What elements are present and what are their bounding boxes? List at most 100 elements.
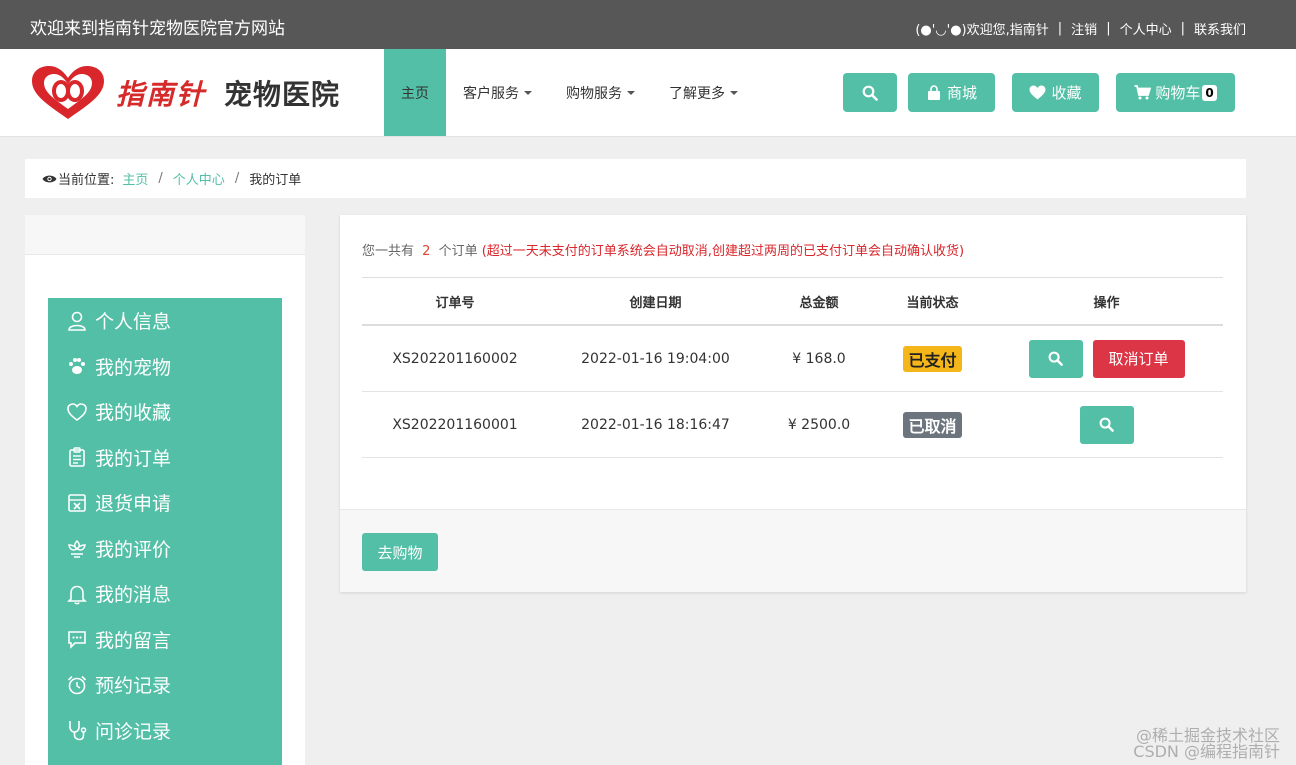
logout-link[interactable]: 注销: [1071, 19, 1097, 38]
site-welcome-text: 欢迎来到指南针宠物医院官方网站: [30, 19, 285, 39]
shopping-bag-icon: [927, 84, 940, 100]
main-nav: 主页 客户服务 购物服务 了解更多: [384, 49, 755, 136]
order-status-cell: 已取消: [875, 411, 990, 438]
order-count: 2: [422, 244, 431, 259]
header-actions: 操作: [1093, 295, 1120, 311]
nav-learn-more[interactable]: 了解更多: [652, 49, 755, 136]
sidebar-item-label: 我的评价: [95, 538, 172, 561]
order-created-date: 2022-01-16 18:16:47: [581, 416, 730, 433]
header: 指南针 宠物医院 主页 客户服务 购物服务 了解更多 商城 收藏 购物车 0: [0, 49, 1296, 137]
watermark-csdn: CSDN @编程指南针: [1133, 742, 1280, 761]
panel-footer: 去购物: [340, 509, 1246, 592]
separator: |: [1106, 21, 1111, 36]
cart-button[interactable]: 购物车 0: [1116, 73, 1235, 112]
cancel-order-button[interactable]: 取消订单: [1092, 339, 1185, 378]
table-header: 订单号 创建日期 总金额 当前状态 操作: [362, 277, 1223, 326]
nav-learn-more-label: 了解更多: [669, 85, 725, 102]
breadcrumb: 当前位置: 主页 / 个人中心 / 我的订单: [25, 159, 1246, 198]
sidebar-header: [25, 215, 305, 255]
sidebar-item-profile[interactable]: 个人信息: [48, 298, 282, 344]
sidebar-item-label: 我的宠物: [95, 356, 172, 379]
sidebar-item-orders[interactable]: 我的订单: [48, 435, 282, 481]
caret-down-icon: [627, 90, 635, 95]
table-row: XS202201160001 2022-01-16 18:16:47 ¥ 250…: [362, 392, 1223, 458]
search-icon: [862, 85, 878, 101]
nav-customer-service-label: 客户服务: [463, 85, 519, 102]
return-box-icon: [68, 493, 86, 512]
breadcrumb-separator: /: [158, 171, 163, 186]
order-total: ¥ 168.0: [792, 350, 846, 367]
cart-icon: [1134, 85, 1152, 100]
order-number: XS202201160001: [392, 416, 518, 433]
status-badge: 已取消: [903, 411, 962, 438]
sidebar: 个人信息 我的宠物 我的收藏 我的订单 退货申请 我的评价 我的消息 我的留言: [25, 215, 305, 765]
nav-shopping-service[interactable]: 购物服务: [549, 49, 652, 136]
personal-center-link[interactable]: 个人中心: [1120, 19, 1172, 38]
status-badge: 已支付: [903, 345, 962, 372]
sidebar-menu: 个人信息 我的宠物 我的收藏 我的订单 退货申请 我的评价 我的消息 我的留言: [48, 298, 282, 765]
order-total: ¥ 2500.0: [787, 416, 851, 433]
flower-icon: [68, 540, 86, 558]
header-total: 总金额: [799, 295, 839, 311]
search-icon: [1048, 351, 1063, 366]
order-created-date: 2022-01-16 19:04:00: [581, 350, 730, 367]
summary-suffix: 个订单: [438, 244, 478, 259]
sidebar-item-label: 我的收藏: [95, 402, 172, 425]
caret-down-icon: [524, 90, 532, 95]
user-greeting: (●'◡'●)欢迎您,指南针: [915, 23, 1049, 38]
stethoscope-icon: [69, 721, 87, 741]
sidebar-item-comments[interactable]: 我的留言: [48, 617, 282, 663]
breadcrumb-separator: /: [234, 171, 240, 186]
orders-panel: 您一共有 2 个订单 (超过一天未支付的订单系统会自动取消,创建超过两周的已支付…: [340, 215, 1246, 592]
separator: |: [1180, 21, 1185, 36]
search-button[interactable]: [843, 73, 897, 112]
header-status: 当前状态: [906, 295, 959, 311]
header-created: 创建日期: [629, 295, 682, 311]
view-order-button[interactable]: [1079, 405, 1134, 444]
logo[interactable]: 指南针 宠物医院: [30, 65, 340, 121]
favorites-button[interactable]: 收藏: [1012, 73, 1099, 112]
logo-subtitle: 宠物医院: [224, 78, 341, 111]
nav-home[interactable]: 主页: [384, 49, 446, 136]
eye-icon: [42, 175, 57, 182]
nav-customer-service[interactable]: 客户服务: [446, 49, 549, 136]
sidebar-item-reviews[interactable]: 我的评价: [48, 526, 282, 572]
breadcrumb-personal-center[interactable]: 个人中心: [173, 169, 225, 188]
sidebar-item-label: 问诊记录: [95, 720, 172, 743]
separator: |: [1057, 21, 1063, 36]
sidebar-item-returns[interactable]: 退货申请: [48, 480, 282, 526]
view-order-button[interactable]: [1028, 339, 1083, 378]
nav-home-label: 主页: [401, 85, 429, 102]
mall-button[interactable]: 商城: [908, 73, 995, 112]
sidebar-item-messages[interactable]: 我的消息: [48, 571, 282, 617]
header-order-no: 订单号: [435, 295, 475, 311]
summary-prefix: 您一共有: [362, 244, 415, 259]
sidebar-item-label: 我的消息: [95, 584, 172, 607]
logo-text: 指南针: [116, 78, 207, 111]
bell-icon: [67, 585, 87, 605]
order-actions: 取消订单: [990, 339, 1223, 378]
mall-label: 商城: [946, 84, 977, 102]
go-shopping-button[interactable]: 去购物: [362, 533, 438, 571]
user-icon: [68, 311, 86, 331]
sidebar-item-favorites[interactable]: 我的收藏: [48, 389, 282, 435]
sidebar-item-label: 我的订单: [95, 447, 172, 470]
order-actions: [990, 405, 1223, 444]
paw-icon: [69, 358, 85, 375]
sidebar-item-appointments[interactable]: 预约记录: [48, 662, 282, 708]
breadcrumb-current: 我的订单: [249, 173, 302, 188]
contact-link[interactable]: 联系我们: [1194, 19, 1246, 38]
sidebar-item-label: 退货申请: [95, 493, 172, 516]
clipboard-icon: [69, 447, 85, 468]
orders-policy-note: (超过一天未支付的订单系统会自动取消,创建超过两周的已支付订单会自动确认收货): [481, 244, 965, 259]
orders-table: 订单号 创建日期 总金额 当前状态 操作 XS202201160002 2022…: [362, 277, 1223, 458]
breadcrumb-prefix: 当前位置:: [58, 173, 115, 188]
breadcrumb-home[interactable]: 主页: [122, 169, 148, 188]
search-icon: [1099, 417, 1114, 432]
sidebar-item-pets[interactable]: 我的宠物: [48, 344, 282, 390]
caret-down-icon: [730, 90, 738, 95]
top-bar: 欢迎来到指南针宠物医院官方网站 (●'◡'●)欢迎您,指南针 | 注销 | 个人…: [0, 0, 1296, 49]
sidebar-item-label: 个人信息: [95, 311, 172, 334]
sidebar-item-consultations[interactable]: 问诊记录: [48, 708, 282, 754]
heart-icon: [1029, 85, 1046, 100]
